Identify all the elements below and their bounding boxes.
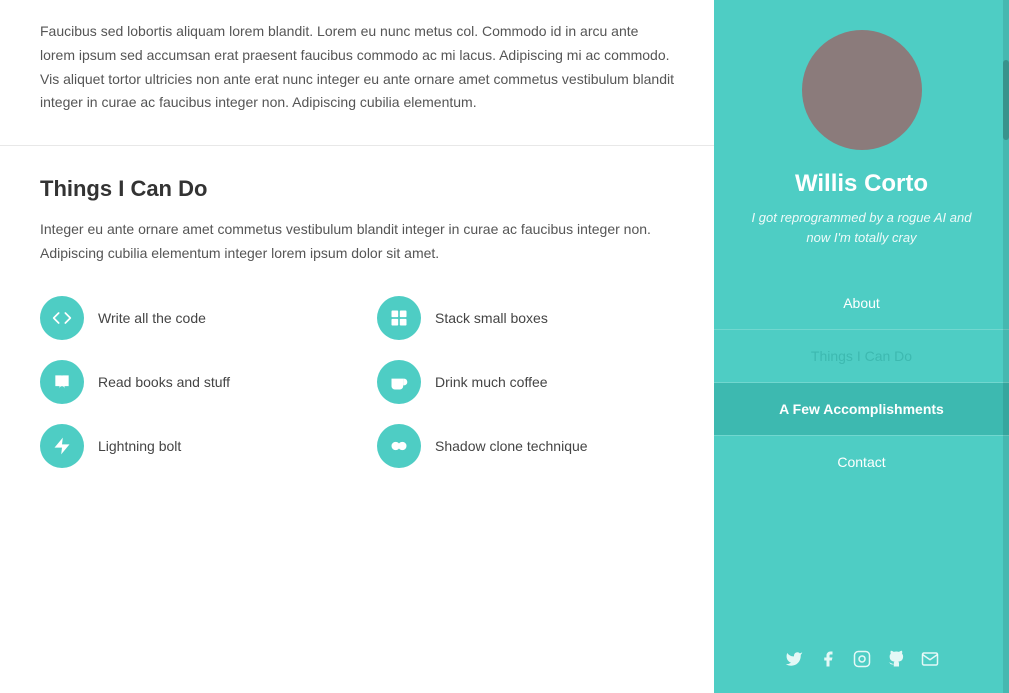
skills-intro: Integer eu ante ornare amet commetus ves…	[40, 218, 674, 266]
instagram-social-icon[interactable]	[853, 650, 871, 673]
top-section: Faucibus sed lobortis aliquam lorem blan…	[0, 0, 714, 146]
sidebar-nav-item-3[interactable]: Contact	[714, 436, 1009, 488]
scrollbar-thumb	[1003, 60, 1009, 140]
skill-label: Lightning bolt	[98, 438, 181, 454]
scrollbar[interactable]	[1003, 0, 1009, 693]
sidebar-nav-item-1[interactable]: Things I Can Do	[714, 330, 1009, 382]
skill-label: Stack small boxes	[435, 310, 548, 326]
skills-title: Things I Can Do	[40, 176, 674, 202]
twitter-social-icon[interactable]	[785, 650, 803, 673]
avatar	[802, 30, 922, 150]
skill-item: Read books and stuff	[40, 360, 337, 404]
facebook-social-icon[interactable]	[819, 650, 837, 673]
skill-label: Shadow clone technique	[435, 438, 588, 454]
sidebar-profile: Willis Corto I got reprogrammed by a rog…	[714, 0, 1009, 267]
main-content: Faucibus sed lobortis aliquam lorem blan…	[0, 0, 714, 693]
coffee-icon	[377, 360, 421, 404]
sidebar: Willis Corto I got reprogrammed by a rog…	[714, 0, 1009, 693]
profile-tagline: I got reprogrammed by a rogue AI and now…	[734, 208, 989, 247]
skill-item: Shadow clone technique	[377, 424, 674, 468]
skills-grid: Write all the code Stack small boxes Read …	[40, 296, 674, 468]
book-icon	[40, 360, 84, 404]
skill-item: Drink much coffee	[377, 360, 674, 404]
bolt-icon	[40, 424, 84, 468]
github-social-icon[interactable]	[887, 650, 905, 673]
sidebar-nav-item-0[interactable]: About	[714, 277, 1009, 329]
skills-section: Things I Can Do Integer eu ante ornare a…	[0, 146, 714, 508]
sidebar-nav-item-2[interactable]: A Few Accomplishments	[714, 383, 1009, 435]
profile-name: Willis Corto	[795, 170, 928, 198]
code-icon	[40, 296, 84, 340]
clone-icon	[377, 424, 421, 468]
skill-label: Write all the code	[98, 310, 206, 326]
sidebar-nav: AboutThings I Can DoA Few Accomplishment…	[714, 277, 1009, 488]
top-paragraph: Faucibus sed lobortis aliquam lorem blan…	[40, 20, 674, 115]
skill-label: Drink much coffee	[435, 374, 548, 390]
skill-item: Stack small boxes	[377, 296, 674, 340]
skill-item: Lightning bolt	[40, 424, 337, 468]
boxes-icon	[377, 296, 421, 340]
sidebar-footer	[714, 630, 1009, 693]
skill-label: Read books and stuff	[98, 374, 230, 390]
email-social-icon[interactable]	[921, 650, 939, 673]
skill-item: Write all the code	[40, 296, 337, 340]
